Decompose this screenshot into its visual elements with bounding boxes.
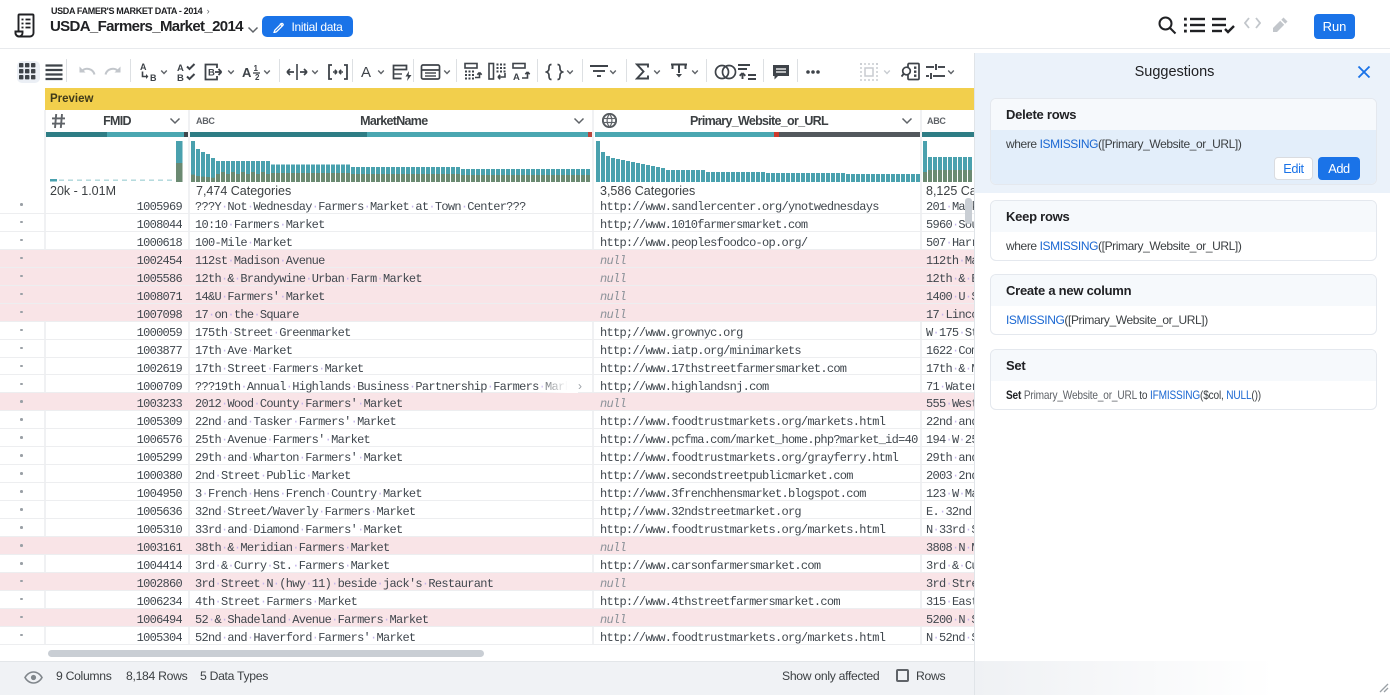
svg-text:1: 1 [254, 64, 259, 73]
svg-text:A: A [140, 62, 147, 72]
svg-text:B: B [208, 68, 215, 79]
svg-text:B: B [150, 73, 157, 82]
svg-text:2: 2 [255, 73, 260, 82]
svg-text:B: B [177, 73, 184, 82]
svg-text:A: A [513, 72, 520, 81]
svg-text:A: A [361, 64, 371, 79]
svg-text:A: A [242, 65, 252, 80]
